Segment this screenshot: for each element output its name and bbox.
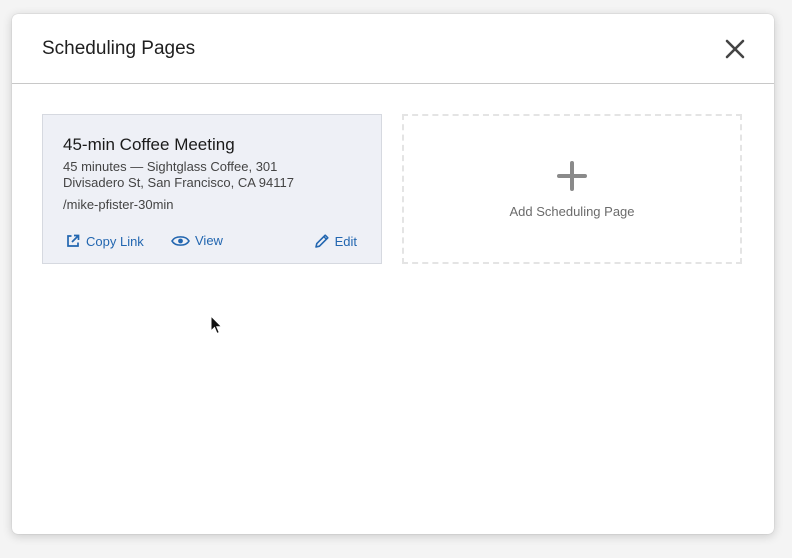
pencil-icon [314, 234, 329, 248]
plus-icon [557, 161, 587, 191]
close-button[interactable] [720, 34, 750, 64]
close-icon [725, 39, 745, 59]
copy-link-button[interactable]: Copy Link [65, 233, 144, 249]
edit-button[interactable]: Edit [314, 233, 357, 249]
external-link-icon [67, 234, 80, 247]
modal-header: Scheduling Pages [12, 14, 774, 84]
mouse-cursor-icon [210, 315, 223, 335]
add-scheduling-page-button[interactable]: Add Scheduling Page [402, 114, 742, 264]
card-description: 45 minutes — Sightglass Coffee, 301 Divi… [63, 159, 294, 190]
copy-link-label: Copy Link [86, 233, 144, 249]
card-slug: /mike-pfister-30min [63, 197, 174, 212]
view-button[interactable]: View [171, 233, 223, 248]
eye-icon [171, 235, 190, 246]
edit-label: Edit [334, 233, 357, 249]
card-actions: Copy Link View Edit [65, 233, 357, 251]
scheduling-pages-modal: Scheduling Pages 45-min Coffee Meeting 4… [12, 14, 774, 534]
card-title: 45-min Coffee Meeting [63, 135, 235, 154]
add-scheduling-page-label: Add Scheduling Page [509, 204, 635, 219]
scheduling-page-card: 45-min Coffee Meeting 45 minutes — Sight… [42, 114, 382, 264]
view-label: View [195, 233, 223, 248]
modal-title: Scheduling Pages [42, 38, 196, 59]
